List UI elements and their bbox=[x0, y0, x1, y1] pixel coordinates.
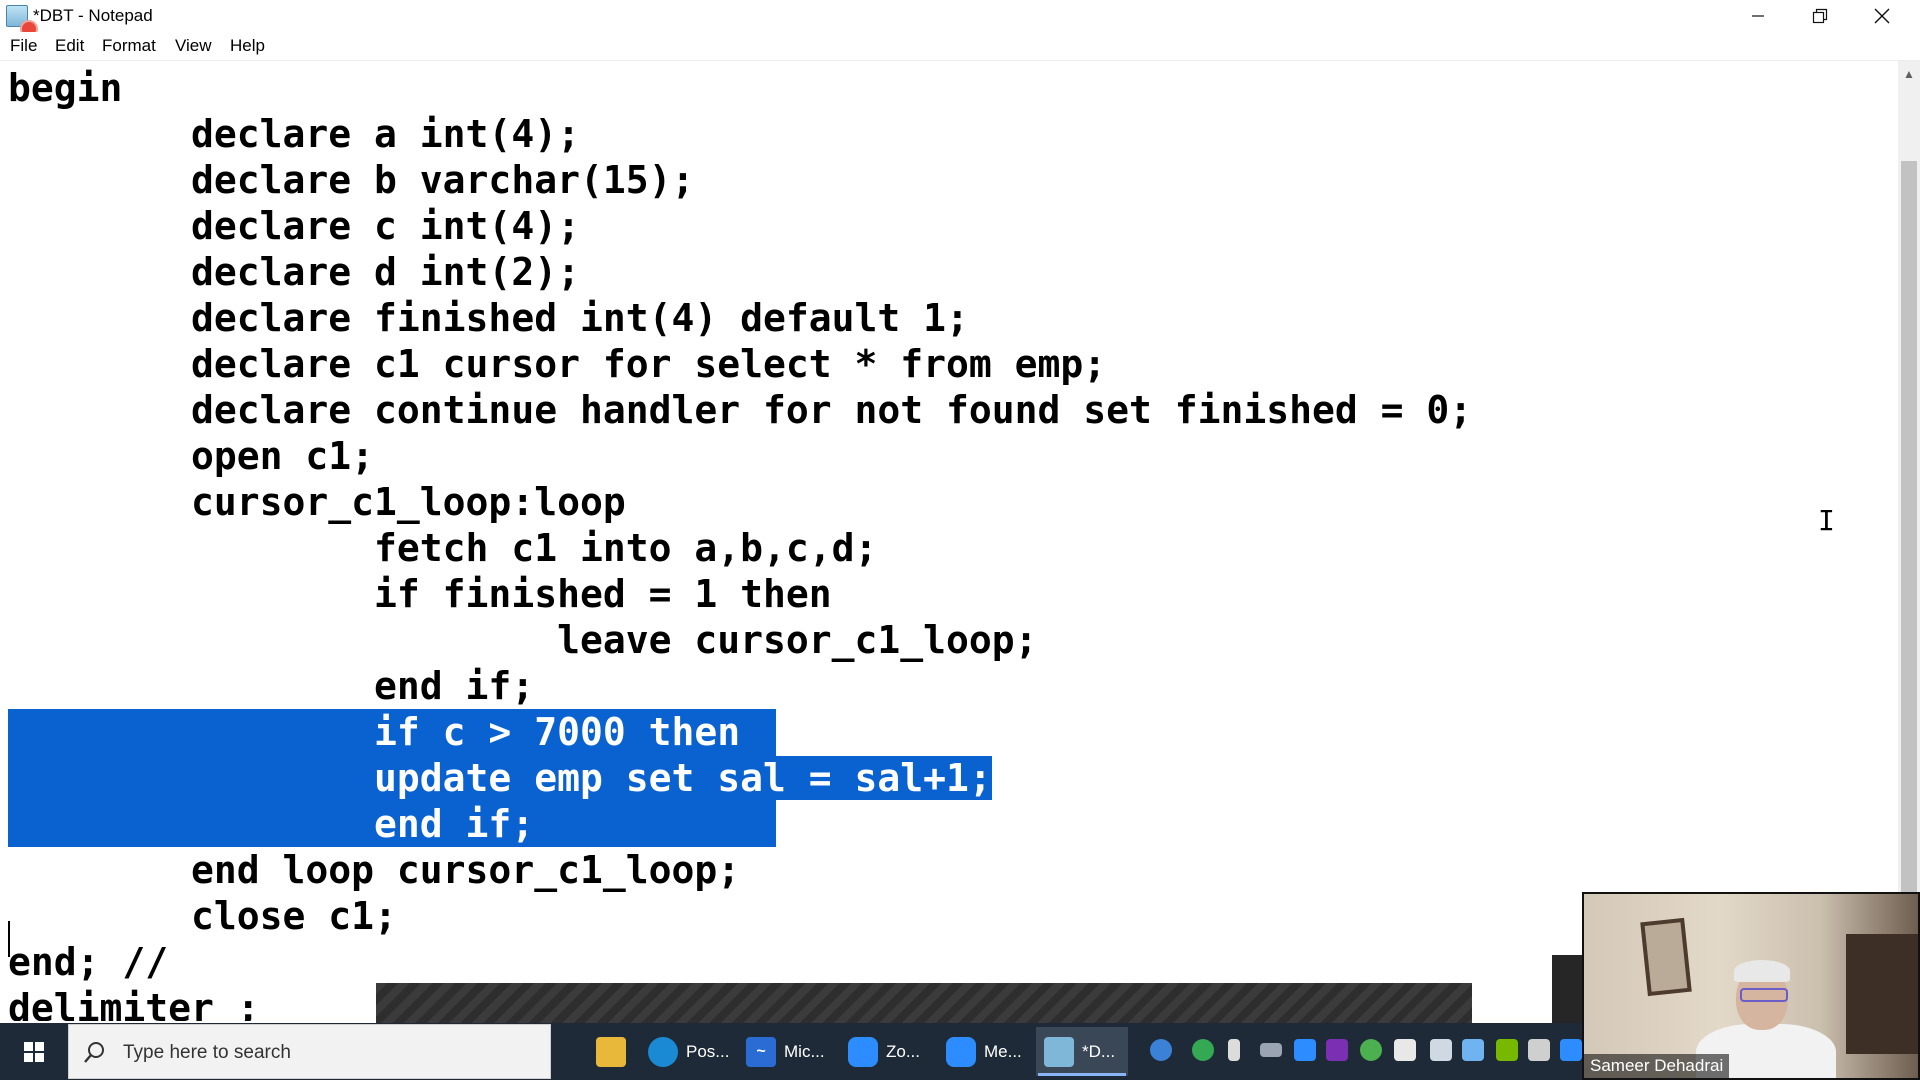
microphone-icon[interactable] bbox=[1228, 1039, 1240, 1061]
edge-icon bbox=[648, 1036, 678, 1067]
cloud-icon[interactable] bbox=[1560, 1039, 1582, 1061]
menu-file[interactable]: File bbox=[10, 36, 37, 56]
editor-line: delimiter ; bbox=[8, 986, 260, 1021]
window-title: *DBT - Notepad bbox=[33, 6, 153, 25]
editor-line: declare c1 cursor for select * from emp; bbox=[8, 342, 1107, 386]
editor-line-selected: end if; bbox=[8, 802, 535, 846]
zoom-icon bbox=[848, 1036, 878, 1067]
taskbar-app-file-explorer[interactable] bbox=[588, 1027, 634, 1076]
whiteboard-icon: ~ bbox=[746, 1036, 776, 1067]
close-icon bbox=[1874, 8, 1890, 24]
notepad-icon bbox=[1044, 1036, 1074, 1067]
editor-line: end loop cursor_c1_loop; bbox=[8, 848, 741, 892]
taskbar-app-zoom-meeting[interactable]: Me... bbox=[946, 1027, 1022, 1076]
editor-line: fetch c1 into a,b,c,d; bbox=[8, 526, 878, 570]
editor-line: if finished = 1 then bbox=[8, 572, 832, 616]
text-cursor-icon: I bbox=[1818, 504, 1835, 537]
start-button[interactable] bbox=[12, 1035, 56, 1069]
security-check-icon[interactable] bbox=[1192, 1039, 1214, 1061]
active-indicator bbox=[1038, 1073, 1126, 1076]
battery-icon[interactable] bbox=[1260, 1043, 1282, 1057]
app-tray-icon[interactable] bbox=[1528, 1039, 1550, 1061]
editor-line: end; // bbox=[8, 940, 169, 984]
webcam-video: Sameer Dehadrai bbox=[1582, 892, 1920, 1080]
taskbar-app-label: Mic... bbox=[784, 1041, 825, 1061]
taskbar-app-notepad[interactable]: *D... bbox=[1036, 1027, 1128, 1076]
taskbar-app-label: Pos... bbox=[686, 1041, 730, 1061]
menu-edit[interactable]: Edit bbox=[55, 36, 84, 56]
windows-icon bbox=[24, 1042, 44, 1062]
person-hair bbox=[1734, 960, 1790, 982]
taskbar-app-whiteboard[interactable]: ~ Mic... bbox=[746, 1027, 825, 1076]
editor-line: begin bbox=[8, 66, 123, 110]
editor-line: declare finished int(4) default 1; bbox=[8, 296, 969, 340]
editor-line-selected: update emp set sal = sal+1; bbox=[8, 756, 992, 800]
editor-line: declare d int(2); bbox=[8, 250, 580, 294]
scroll-up-icon[interactable]: ▲ bbox=[1903, 67, 1915, 81]
editor-line: leave cursor_c1_loop; bbox=[8, 618, 1038, 662]
menu-view[interactable]: View bbox=[175, 36, 212, 56]
nvidia-icon[interactable] bbox=[1496, 1039, 1518, 1061]
minimize-button[interactable] bbox=[1728, 0, 1788, 32]
search-input[interactable] bbox=[121, 1037, 525, 1069]
participant-name: Sameer Dehadrai bbox=[1584, 1054, 1730, 1078]
menu-bar: File Edit Format View Help bbox=[0, 32, 1920, 61]
help-icon[interactable] bbox=[1150, 1039, 1172, 1061]
restore-button[interactable] bbox=[1790, 0, 1850, 32]
picture-frame bbox=[1640, 917, 1692, 997]
zoom-tray-icon[interactable] bbox=[1294, 1039, 1316, 1061]
text-editor[interactable]: if c > 7000 then update emp set sal = sa… bbox=[0, 61, 1898, 1021]
menu-format[interactable]: Format bbox=[102, 36, 156, 56]
taskbar-app-label: Me... bbox=[984, 1041, 1022, 1061]
editor-line: declare b varchar(15); bbox=[8, 158, 695, 202]
antivirus-icon[interactable] bbox=[1360, 1039, 1382, 1061]
editor-line: declare c int(4); bbox=[8, 204, 580, 248]
menu-help[interactable]: Help bbox=[230, 36, 265, 56]
taskbar-search[interactable] bbox=[68, 1024, 551, 1079]
zoom-meeting-icon bbox=[946, 1036, 976, 1067]
wifi-icon[interactable] bbox=[1430, 1039, 1452, 1061]
onenote-icon[interactable] bbox=[1326, 1039, 1348, 1061]
editor-line: close c1; bbox=[8, 894, 397, 938]
screen-share-bar bbox=[376, 983, 1472, 1023]
minimize-icon bbox=[1752, 15, 1764, 17]
close-button[interactable] bbox=[1852, 0, 1912, 32]
taskbar-app-edge[interactable]: Pos... bbox=[648, 1027, 729, 1076]
taskbar-app-zoom[interactable]: Zo... bbox=[848, 1027, 920, 1076]
editor-line: declare continue handler for not found s… bbox=[8, 388, 1473, 432]
scrollbar-thumb[interactable] bbox=[1901, 161, 1917, 921]
taskbar-app-label: *D... bbox=[1082, 1041, 1116, 1061]
shelf bbox=[1846, 934, 1918, 1054]
search-icon bbox=[84, 1042, 104, 1063]
editor-line: cursor_c1_loop:loop bbox=[8, 480, 626, 524]
glasses bbox=[1740, 988, 1788, 1002]
screen-share-bar-edge bbox=[1552, 955, 1582, 1023]
title-bar: *DBT - Notepad bbox=[0, 0, 1920, 38]
snowflake-icon[interactable] bbox=[1462, 1039, 1484, 1061]
editor-line: open c1; bbox=[8, 434, 375, 478]
editor-line: declare a int(4); bbox=[8, 112, 580, 156]
restore-icon bbox=[1812, 8, 1828, 24]
editor-line: end if; bbox=[8, 664, 535, 708]
taskbar-app-label: Zo... bbox=[886, 1041, 921, 1061]
shield-icon[interactable] bbox=[1394, 1039, 1416, 1061]
vertical-scrollbar[interactable]: ▲ bbox=[1898, 61, 1920, 1021]
file-explorer-icon bbox=[596, 1036, 626, 1067]
editor-line-selected: if c > 7000 then bbox=[8, 710, 741, 754]
